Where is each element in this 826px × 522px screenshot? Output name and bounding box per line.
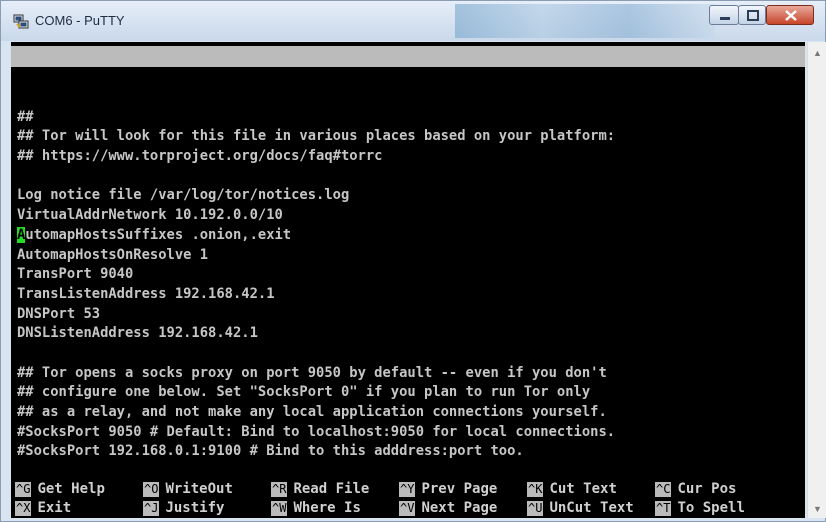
shortcut-bar: ^G Get Help ^O WriteOut ^R Read File ^Y Prev Pa… <box>15 480 805 518</box>
shortcut-key: ^Y <box>399 482 416 497</box>
shortcut-key: ^K <box>527 482 544 497</box>
shortcut-where-is: ^W Where Is <box>271 499 361 518</box>
terminal-area[interactable]: GNU nano 2.2.6 File: /etc/tor/torrc Modi… <box>11 42 805 518</box>
minimize-icon <box>720 17 730 20</box>
shortcut-get-help: ^G Get Help <box>15 480 105 499</box>
buffer-line[interactable] <box>17 344 801 364</box>
putty-app-icon <box>13 14 29 29</box>
shortcut-key: ^U <box>527 501 544 516</box>
buffer-line[interactable]: #SocksPort 9050 # Default: Bind to local… <box>17 423 801 443</box>
scroll-down-arrow-icon[interactable]: ▼ <box>813 504 822 514</box>
maximize-icon <box>747 10 759 21</box>
buffer-line[interactable]: ## <box>17 108 801 128</box>
shortcut-cut-text: ^K Cut Text <box>527 480 617 499</box>
nano-version: GNU nano 2.2.6 <box>27 69 146 85</box>
shortcut-label: Read File <box>293 481 370 497</box>
buffer-line[interactable]: ## https://www.torproject.org/docs/faq#t… <box>17 147 801 167</box>
putty-window: COM6 - PuTTY GNU nano 2.2.6 File: /etc/t… <box>0 0 826 522</box>
buffer-line[interactable]: DNSListenAddress 192.168.42.1 <box>17 324 801 344</box>
maximize-button[interactable] <box>738 5 766 25</box>
shortcut-label: Justify <box>165 500 225 516</box>
vertical-scrollbar[interactable]: ▲ ▼ <box>807 42 826 518</box>
buffer-line[interactable]: TransListenAddress 192.168.42.1 <box>17 285 801 305</box>
buffer-line[interactable]: #SocksPort 192.168.0.1:9100 # Bind to th… <box>17 442 801 462</box>
shortcut-label: Cut Text <box>549 481 617 497</box>
buffer-line[interactable]: ## configure one below. Set "SocksPort 0… <box>17 383 801 403</box>
scroll-up-arrow-icon[interactable]: ▲ <box>813 48 822 58</box>
shortcut-key: ^T <box>655 501 672 516</box>
shortcut-label: Next Page <box>421 500 498 516</box>
buffer-line[interactable]: VirtualAddrNetwork 10.192.0.0/10 <box>17 206 801 226</box>
buffer-line[interactable]: Log notice file /var/log/tor/notices.log <box>17 186 801 206</box>
shortcut-to-spell: ^T To Spell <box>655 499 745 518</box>
shortcut-next-page: ^V Next Page <box>399 499 497 518</box>
buffer-line[interactable]: ## Tor opens a socks proxy on port 9050 … <box>17 364 801 384</box>
buffer-line[interactable]: ## Tor will look for this file in variou… <box>17 127 801 147</box>
buffer-line[interactable]: AutomapHostsOnResolve 1 <box>17 246 801 266</box>
shortcut-key: ^G <box>15 482 32 497</box>
shortcut-label: Exit <box>37 500 72 516</box>
title-bar-glass <box>455 4 715 38</box>
shortcut-label: Get Help <box>37 481 105 497</box>
shortcut-label: WriteOut <box>165 481 233 497</box>
shortcut-key: ^X <box>15 501 32 516</box>
buffer-line[interactable]: ## as a relay, and not make any local ap… <box>17 403 801 423</box>
window-title: COM6 - PuTTY <box>35 13 125 28</box>
buffer-line[interactable]: AutomapHostsSuffixes .onion,.exit <box>17 226 801 246</box>
shortcut-writeout: ^O WriteOut <box>143 480 233 499</box>
shortcut-label: To Spell <box>677 500 745 516</box>
shortcut-key: ^R <box>271 482 288 497</box>
buffer-line[interactable] <box>17 88 801 108</box>
shortcut-prev-page: ^Y Prev Page <box>399 480 497 499</box>
close-icon <box>785 10 797 21</box>
editor-buffer[interactable]: ## ## Tor will look for this file in vari… <box>17 88 801 462</box>
buffer-line[interactable] <box>17 167 801 187</box>
shortcut-label: UnCut Text <box>549 500 634 516</box>
shortcut-row-2: ^X Exit ^J Justify ^W Where Is ^V Next Page ^U Un… <box>15 499 805 518</box>
shortcut-exit: ^X Exit <box>15 499 71 518</box>
nano-header-bar: GNU nano 2.2.6 File: /etc/tor/torrc Modi… <box>11 46 805 127</box>
buffer-line[interactable]: TransPort 9040 <box>17 265 801 285</box>
shortcut-key: ^V <box>399 501 416 516</box>
shortcut-uncut-text: ^U UnCut Text <box>527 499 634 518</box>
shortcut-key: ^O <box>143 482 160 497</box>
minimize-button[interactable] <box>709 5 739 25</box>
shortcut-cur-pos: ^C Cur Pos <box>655 480 736 499</box>
title-bar[interactable]: COM6 - PuTTY <box>1 1 825 41</box>
shortcut-label: Cur Pos <box>677 481 737 497</box>
close-button[interactable] <box>766 5 814 25</box>
shortcut-key: ^W <box>271 501 288 516</box>
shortcut-read-file: ^R Read File <box>271 480 369 499</box>
buffer-line[interactable]: DNSPort 53 <box>17 305 801 325</box>
shortcut-row-1: ^G Get Help ^O WriteOut ^R Read File ^Y Prev Pa… <box>15 480 805 499</box>
shortcut-key: ^J <box>143 501 160 516</box>
shortcut-label: Prev Page <box>421 481 498 497</box>
shortcut-key: ^C <box>655 482 672 497</box>
shortcut-justify: ^J Justify <box>143 499 224 518</box>
shortcut-label: Where Is <box>293 500 361 516</box>
